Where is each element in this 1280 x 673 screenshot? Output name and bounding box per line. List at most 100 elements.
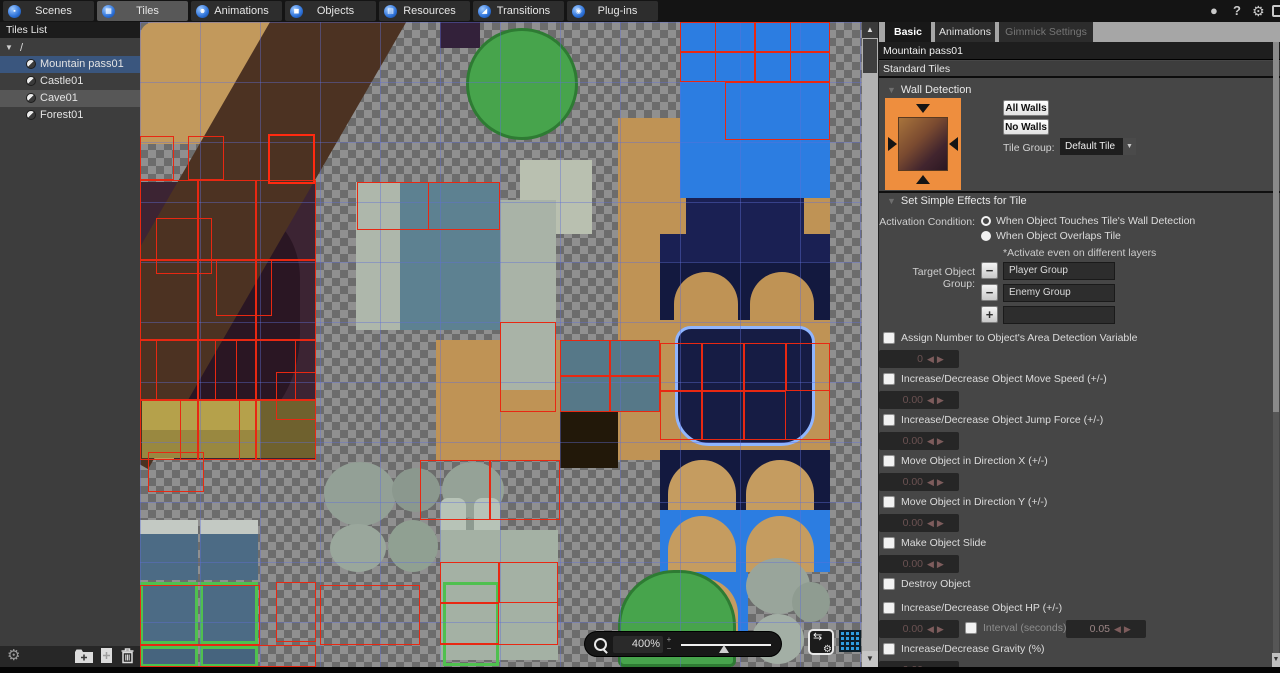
menu-icon[interactable]: [1272, 5, 1280, 17]
spinner-value: 0.00: [879, 555, 923, 573]
spinner-value: 0: [879, 350, 923, 368]
duplicate-tile-icon[interactable]: [99, 647, 114, 669]
sidebar-item-forest01[interactable]: Forest01: [0, 107, 140, 124]
gear-icon[interactable]: ⚙: [1252, 3, 1265, 19]
spinner-arrows-icon[interactable]: ◀▶: [927, 432, 947, 450]
spinner-arrows-icon[interactable]: ◀▶: [927, 555, 947, 573]
remove-group-button[interactable]: −: [981, 284, 998, 301]
spinner-arrows-icon[interactable]: ◀▶: [927, 514, 947, 532]
radio-selected-icon[interactable]: [981, 216, 991, 226]
spinner-arrows-icon[interactable]: ◀▶: [927, 391, 947, 409]
spinner-arrows-icon[interactable]: ◀▶: [1114, 620, 1134, 638]
panel-tab-animations[interactable]: Animations: [935, 22, 995, 42]
panel-scrollbar-thumb[interactable]: [1273, 42, 1279, 412]
tab-transitions[interactable]: ◢Transitions: [473, 1, 564, 21]
tab-resources[interactable]: ▤Resources: [379, 1, 470, 21]
radio-label: When Object Touches Tile's Wall Detectio…: [996, 215, 1195, 227]
effect-checkbox[interactable]: [883, 332, 895, 344]
spinner-arrows-icon[interactable]: ◀▶: [927, 473, 947, 491]
panel-tab-basic[interactable]: Basic: [885, 22, 931, 42]
panel-scrollbar[interactable]: [1273, 42, 1279, 667]
chevron-down-icon: ▼: [1123, 138, 1136, 155]
effect-checkbox[interactable]: [883, 643, 895, 655]
spinner-arrows-icon[interactable]: ◀▶: [927, 350, 947, 368]
chevron-down-icon[interactable]: ▼: [5, 40, 13, 56]
wall-detection-header[interactable]: ▼Wall Detection: [887, 84, 971, 96]
wall-left-arrow-icon[interactable]: [888, 137, 897, 151]
interval-checkbox[interactable]: [965, 622, 977, 634]
settings-gear-icon[interactable]: ⚙: [7, 648, 20, 664]
effect-spinner[interactable]: 0.00◀▶: [879, 391, 959, 409]
interval-spinner[interactable]: 0.05◀▶: [1066, 620, 1146, 638]
scrollbar-thumb[interactable]: [863, 39, 877, 73]
no-walls-button[interactable]: No Walls: [1003, 119, 1049, 135]
wall-bottom-arrow-icon[interactable]: [916, 175, 930, 184]
sidebar-item-castle01[interactable]: Castle01: [0, 73, 140, 90]
target-group-dropdown[interactable]: [1003, 306, 1115, 324]
tile-group-dropdown[interactable]: Default Tile ▼: [1060, 138, 1136, 155]
tileset-settings-icon[interactable]: ⇆ ⚙: [808, 629, 834, 655]
all-walls-button[interactable]: All Walls: [1003, 100, 1049, 116]
help-icon[interactable]: ?: [1233, 3, 1241, 19]
interval-label: Interval (seconds): [983, 622, 1066, 634]
target-group-dropdown[interactable]: Enemy Group: [1003, 284, 1115, 302]
tab-scenes[interactable]: ▪Scenes: [3, 1, 94, 21]
tile-art-brick-1: [400, 182, 500, 330]
target-group-dropdown[interactable]: Player Group: [1003, 262, 1115, 280]
collapse-triangle-icon[interactable]: ▼: [887, 196, 896, 206]
tile-art-pool-cap-1: [140, 520, 198, 534]
tab-objects[interactable]: ◼Objects: [285, 1, 376, 21]
spinner-value: 0.00: [879, 391, 923, 409]
scroll-up-button[interactable]: ▲: [862, 22, 878, 38]
simple-effects-header[interactable]: ▼Set Simple Effects for Tile: [887, 195, 1027, 207]
effect-checkbox[interactable]: [883, 537, 895, 549]
zoom-stepper[interactable]: +−: [665, 635, 673, 655]
effect-checkbox[interactable]: [883, 455, 895, 467]
tile-art-pillar-2: [500, 200, 556, 390]
sidebar-item-cave01[interactable]: Cave01: [0, 90, 140, 107]
add-group-button[interactable]: +: [981, 306, 998, 323]
tile-art-sand-arch-left: [660, 198, 686, 234]
effect-spinner[interactable]: 0.00◀▶: [879, 473, 959, 491]
tile-art-pool-6: [200, 646, 258, 667]
panel-scroll-down-button[interactable]: ▼: [1272, 653, 1280, 667]
tab-plugins[interactable]: ◉Plug-ins: [567, 1, 658, 21]
canvas-vertical-scrollbar[interactable]: ▲ ▼: [862, 22, 878, 667]
wall-top-arrow-icon[interactable]: [916, 104, 930, 113]
tree-root-label: /: [20, 40, 23, 56]
effect-spinner[interactable]: 0◀▶: [879, 350, 959, 368]
sidebar-item-mountainpass01[interactable]: Mountain pass01: [0, 56, 140, 73]
effect-checkbox[interactable]: [883, 414, 895, 426]
wall-right-arrow-icon[interactable]: [949, 137, 958, 151]
tileset-canvas[interactable]: 400% +− ⇆ ⚙: [140, 22, 862, 667]
effect-spinner[interactable]: 0.00◀▶: [879, 432, 959, 450]
effect-checkbox[interactable]: [883, 496, 895, 508]
spinner-arrows-icon[interactable]: ◀▶: [927, 620, 947, 638]
radio-icon[interactable]: [981, 231, 991, 241]
grid-toggle-icon[interactable]: [839, 630, 861, 652]
tile-name-field[interactable]: Mountain pass01: [879, 42, 1280, 60]
effect-checkbox[interactable]: [883, 578, 895, 590]
remove-group-button[interactable]: −: [981, 262, 998, 279]
zoom-value[interactable]: 400%: [613, 636, 663, 653]
zoom-slider-thumb[interactable]: [719, 645, 729, 653]
effect-checkbox[interactable]: [883, 373, 895, 385]
tab-tiles[interactable]: ▦Tiles: [97, 1, 188, 21]
effect-label: Make Object Slide: [901, 537, 986, 549]
effect-checkbox[interactable]: [883, 602, 895, 614]
scroll-down-button[interactable]: ▼: [862, 651, 878, 667]
effect-spinner[interactable]: 0.00◀▶: [879, 555, 959, 573]
effect-spinner[interactable]: 0.00◀▶: [879, 514, 959, 532]
tab-animations[interactable]: ☻Animations: [191, 1, 282, 21]
delete-trash-icon[interactable]: [119, 647, 136, 669]
tree-root[interactable]: ▼ /: [0, 40, 140, 56]
collapse-triangle-icon[interactable]: ▼: [887, 85, 896, 95]
tile-art-wood-dark-right: [260, 400, 316, 458]
effect-spinner[interactable]: 0.00◀▶: [879, 620, 959, 638]
tile-art-brick-2: [560, 340, 660, 412]
wall-detection-widget[interactable]: [885, 98, 961, 190]
magnifier-handle: [602, 648, 608, 654]
add-folder-icon[interactable]: [74, 648, 94, 669]
tile-chip-icon: [26, 59, 36, 69]
sphere-icon[interactable]: ●: [1210, 3, 1218, 19]
